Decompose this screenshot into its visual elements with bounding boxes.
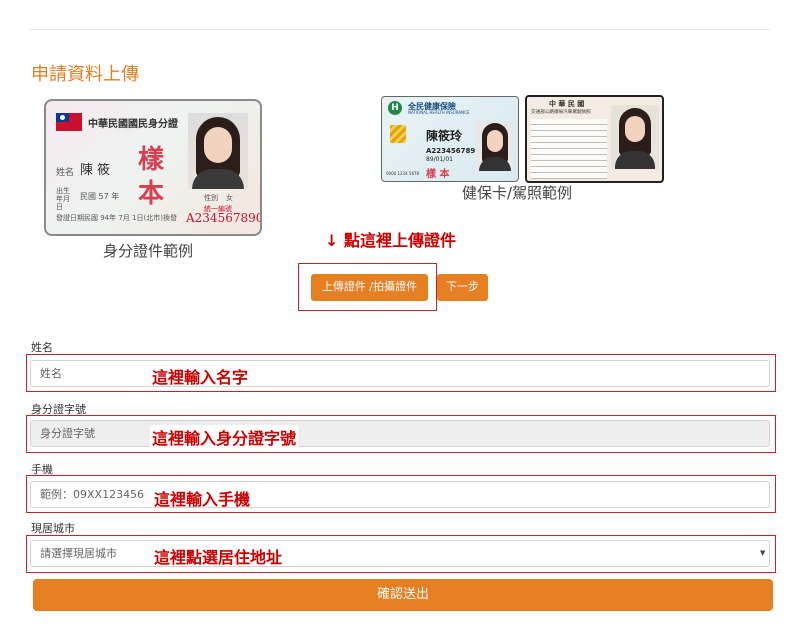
city-select-hint: 這裡點選居住地址 — [154, 548, 283, 567]
nhi-card-birth: 89/01/01 — [426, 156, 453, 163]
id-card-birth-value: 民國 57 年 — [80, 192, 120, 201]
nhi-card-header-en: NATIONAL HEALTH INSURANCE — [408, 110, 470, 115]
id-card-issue-label: 發證日期 — [56, 214, 84, 222]
phone-input[interactable]: 範例：09XX123456 — [30, 481, 770, 508]
phone-input-hint: 這裡輸入手機 — [154, 490, 251, 509]
id-card-number: A234567890 — [186, 211, 262, 225]
license-card-subheader: 交通部公路總局汽車駕駛執照 — [531, 110, 591, 115]
id-card-header: 中華民國國民身分證 — [88, 119, 178, 130]
id-card-sample-stamp-1: 樣 — [138, 145, 165, 175]
id-card-caption: 身分證件範例 — [103, 242, 194, 260]
id-card-birth-label: 出生年月日 — [56, 187, 70, 211]
id-card-sample-image: 中華民國國民身分證 姓名 陳 筱 樣 本 出生年月日 民國 57 年 性別 女 … — [44, 99, 262, 236]
next-step-button[interactable]: 下一步 — [437, 274, 488, 301]
section-title: 申請資料上傳 — [31, 64, 139, 85]
top-divider — [30, 29, 770, 30]
license-card-lines — [531, 119, 607, 179]
nhi-chip-icon — [390, 125, 406, 143]
id-number-input-hint: 這裡輸入身分證字號 — [150, 425, 299, 449]
license-card-photo — [611, 105, 659, 169]
chevron-down-icon: ▼ — [760, 549, 766, 557]
flag-icon — [56, 113, 82, 131]
license-card-header: 中 華 民 國 — [549, 100, 585, 108]
name-field-label: 姓名 — [31, 341, 53, 354]
upload-hint-text: ↓ 點這裡上傳證件 — [325, 231, 456, 250]
upload-document-button[interactable]: 上傳證件 /拍攝證件 — [311, 274, 428, 301]
nhi-license-caption: 健保卡/駕照範例 — [462, 184, 573, 202]
id-card-sex-value: 女 — [226, 194, 233, 202]
city-select[interactable]: 請選擇現居城市 — [30, 540, 770, 567]
city-field-label: 現居城市 — [31, 522, 75, 535]
submit-button[interactable]: 確認送出 — [33, 579, 773, 611]
license-card-sample-image: 中 華 民 國 交通部公路總局汽車駕駛執照 — [525, 95, 664, 183]
id-card-sample-stamp-2: 本 — [138, 179, 165, 209]
id-card-sex-label: 性別 — [204, 194, 218, 202]
nhi-card-sample-stamp: 樣 本 — [426, 169, 450, 180]
nhi-card-sample-image: H 全民健康保險 NATIONAL HEALTH INSURANCE 陳筱玲 A… — [381, 96, 519, 182]
name-input[interactable]: 姓名 — [30, 360, 770, 387]
nhi-card-number: 0000 1234 5678 — [386, 171, 420, 176]
nhi-card-id: A223456789 — [426, 147, 476, 155]
id-card-photo — [188, 113, 248, 189]
name-input-hint: 這裡輸入名字 — [152, 368, 249, 387]
id-number-input[interactable]: 身分證字號 — [30, 420, 770, 447]
id-card-name-value: 陳 筱 — [80, 163, 111, 178]
nhi-logo-icon: H — [388, 101, 402, 115]
nhi-card-photo — [476, 121, 514, 171]
nhi-card-name: 陳筱玲 — [426, 129, 463, 143]
id-card-issue-value: 民國 94年 7月 1日(北市)換發 — [84, 214, 177, 222]
id-card-name-label: 姓名 — [56, 168, 75, 178]
